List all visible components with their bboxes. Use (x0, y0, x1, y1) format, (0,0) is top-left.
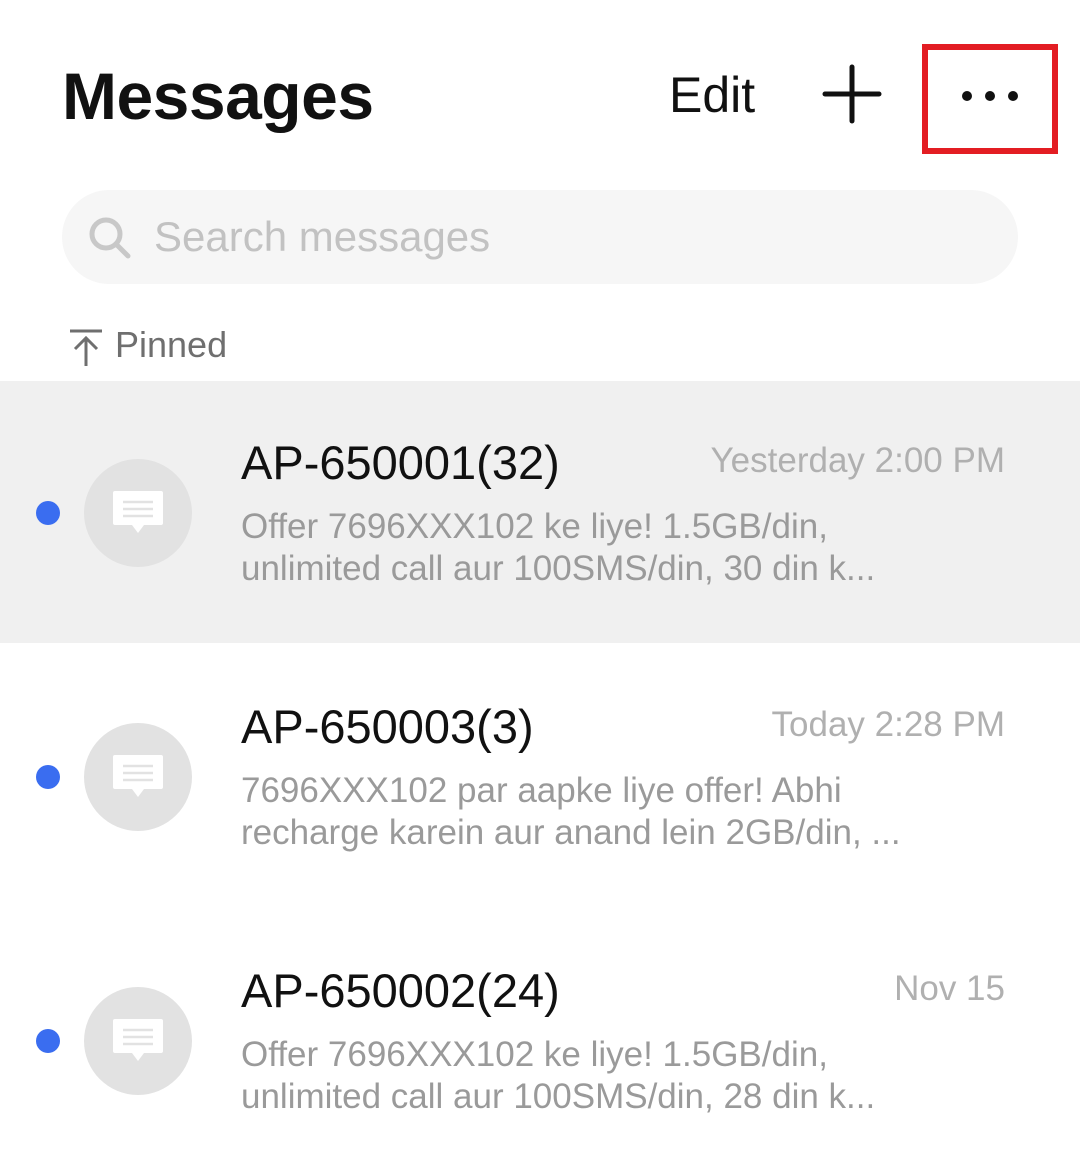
pin-to-top-icon (70, 329, 102, 366)
conversation-row[interactable]: AP-650003(3) Today 2:28 PM 7696XXX102 pa… (0, 645, 1080, 907)
messages-screen: Messages Edit Pinned (0, 0, 1080, 1164)
avatar (84, 723, 192, 831)
more-options-button[interactable] (922, 44, 1058, 154)
preview-line-2: unlimited call aur 100SMS/din, 30 din k.… (241, 549, 876, 588)
avatar (84, 987, 192, 1095)
avatar (84, 459, 192, 567)
message-time: Today 2:28 PM (771, 705, 1005, 744)
message-time: Nov 15 (894, 969, 1005, 1008)
preview-line-2: unlimited call aur 100SMS/din, 28 din k.… (241, 1077, 876, 1116)
preview-line-1: Offer 7696XXX102 ke liye! 1.5GB/din, (241, 507, 828, 546)
message-time: Yesterday 2:00 PM (710, 441, 1005, 480)
search-bar[interactable] (62, 190, 1018, 284)
preview-line-1: 7696XXX102 par aapke liye offer! Abhi (241, 771, 842, 810)
preview-line-1: Offer 7696XXX102 ke liye! 1.5GB/din, (241, 1035, 828, 1074)
search-input[interactable] (154, 190, 974, 284)
message-bubble-icon (113, 491, 163, 533)
pinned-label: Pinned (115, 324, 228, 365)
sender-name: AP-650002(24) (241, 964, 560, 1017)
more-horizontal-icon (962, 91, 1018, 101)
preview-line-2: recharge karein aur anand lein 2GB/din, … (241, 813, 901, 852)
search-icon (89, 217, 131, 259)
unread-dot (36, 765, 60, 789)
edit-button[interactable]: Edit (669, 66, 755, 124)
sender-name: AP-650003(3) (241, 700, 534, 753)
add-button[interactable] (822, 64, 882, 124)
message-bubble-icon (113, 1019, 163, 1061)
message-bubble-icon (113, 755, 163, 797)
unread-dot (36, 501, 60, 525)
conversation-row[interactable]: AP-650001(32) Yesterday 2:00 PM Offer 76… (0, 381, 1080, 643)
plus-icon (822, 64, 882, 124)
page-title: Messages (62, 59, 374, 133)
sender-name: AP-650001(32) (241, 436, 560, 489)
unread-dot (36, 1029, 60, 1053)
conversation-row[interactable]: AP-650002(24) Nov 15 Offer 7696XXX102 ke… (0, 909, 1080, 1164)
